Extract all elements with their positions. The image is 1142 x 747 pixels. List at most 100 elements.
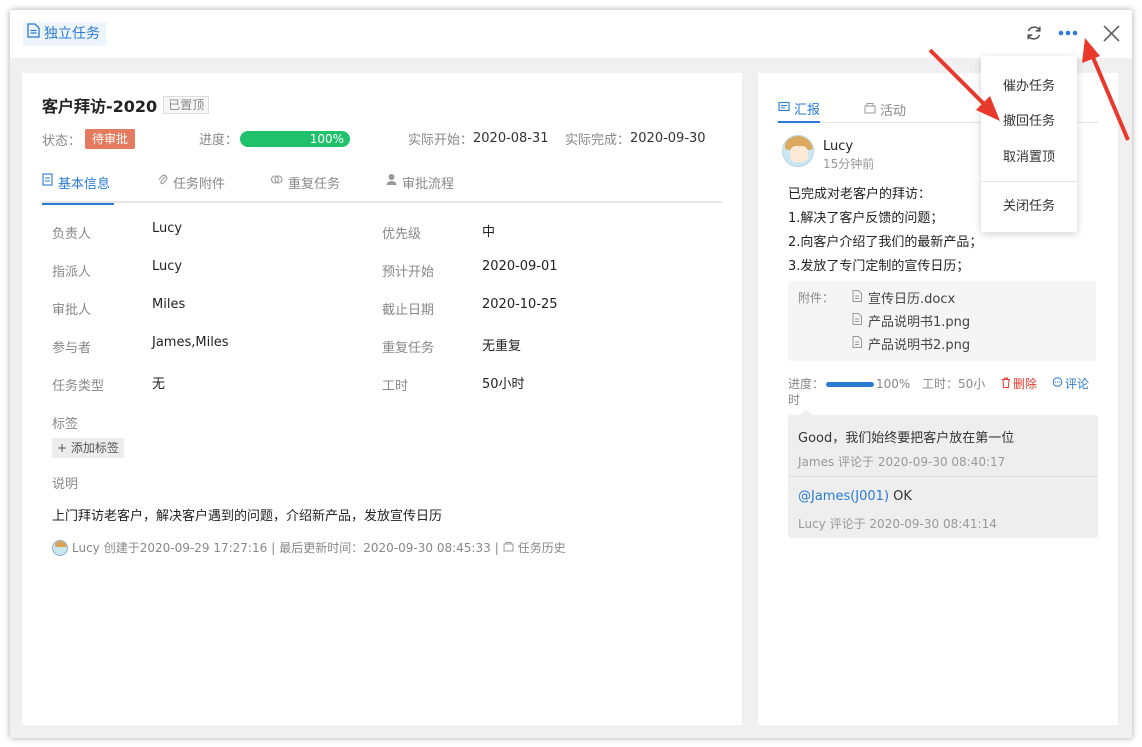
- document-icon: [27, 22, 40, 46]
- reporter-name: Lucy: [823, 139, 854, 154]
- tab-repeat-task-label: 重复任务: [288, 177, 341, 192]
- report-line: 1.解决了客户反馈的问题；: [788, 211, 944, 226]
- updated-time: 最后更新时间：2020-09-30 08:45:33: [279, 541, 491, 555]
- task-info-panel: 客户拜访-2020 已置顶 状态： 待审批 进度： 100% 实际开始： 202…: [22, 73, 742, 725]
- tab-repeat-task[interactable]: 重复任务: [270, 173, 340, 203]
- report-progress-label: 进度：: [788, 377, 825, 391]
- actual-end-row: 实际完成： 2020-09-30: [565, 129, 706, 148]
- tab-approval-flow-label: 审批流程: [402, 177, 455, 192]
- history-icon: [503, 541, 514, 555]
- menu-item-urge-task[interactable]: 催办任务: [981, 75, 1077, 94]
- comment-body: OK: [889, 489, 912, 504]
- tab-attachments-label: 任务附件: [173, 177, 226, 192]
- field-value: 2020-09-01: [482, 259, 558, 274]
- task-type-tag: 独立任务: [23, 22, 106, 46]
- add-tag-button[interactable]: + 添加标签: [52, 438, 124, 458]
- menu-divider: [981, 181, 1077, 182]
- menu-item-close-task[interactable]: 关闭任务: [981, 195, 1077, 214]
- comment-icon: [1052, 376, 1063, 391]
- tab-activity[interactable]: 活动: [864, 96, 906, 123]
- field-value: 2020-10-25: [482, 297, 558, 312]
- task-history-link[interactable]: 任务历史: [518, 539, 566, 556]
- close-icon[interactable]: [1100, 22, 1122, 44]
- actual-start-row: 实际开始： 2020-08-31: [408, 129, 549, 148]
- trash-icon: [1001, 377, 1011, 391]
- field-value: Lucy: [152, 221, 183, 236]
- task-type-label: 独立任务: [44, 26, 100, 42]
- menu-item-recall-task[interactable]: 撤回任务: [981, 110, 1077, 129]
- content-area: 客户拜访-2020 已置顶 状态： 待审批 进度： 100% 实际开始： 202…: [10, 58, 1132, 738]
- comments-box: Good，我们始终要把客户放在第一位 James 评论于 2020-09-30 …: [788, 409, 1098, 538]
- report-line: 3.发放了专门定制的宣传日历；: [788, 259, 970, 274]
- field-value: Lucy: [152, 259, 183, 274]
- progress-bar: 100%: [240, 130, 351, 147]
- field-label: 预计开始: [382, 265, 435, 280]
- progress-row: 进度： 100%: [199, 129, 351, 148]
- tab-basic-info[interactable]: 基本信息: [42, 173, 115, 205]
- field-label: 重复任务: [382, 341, 435, 356]
- field-label: 负责人: [52, 227, 92, 242]
- report-progress-value: 100%: [876, 377, 911, 391]
- plus-icon: +: [57, 441, 68, 455]
- comment-label: 评论: [1065, 377, 1090, 391]
- task-title-row: 客户拜访-2020 已置顶: [42, 93, 210, 117]
- field-label: 参与者: [52, 341, 92, 356]
- field-value: James,Miles: [152, 335, 229, 350]
- field-value: 无重复: [482, 339, 522, 354]
- doc-icon: [42, 173, 53, 190]
- more-icon[interactable]: [1057, 22, 1079, 44]
- comment-meta: Lucy 评论于 2020-09-30 08:41:14: [798, 517, 997, 531]
- add-tag-label: 添加标签: [70, 441, 119, 455]
- field-label: 截止日期: [382, 303, 435, 318]
- attachment-item[interactable]: 宣传日历.docx: [852, 288, 955, 307]
- report-progress: 进度： 100%: [788, 375, 910, 392]
- attachment-name: 宣传日历.docx: [868, 292, 956, 307]
- field-value: Miles: [152, 297, 186, 312]
- comment-text: @James(J001) OK: [798, 489, 912, 504]
- creator-name: Lucy: [72, 540, 100, 555]
- file-icon: [852, 312, 862, 329]
- comment-button[interactable]: 评论: [1052, 375, 1089, 392]
- avatar: [52, 539, 68, 556]
- hours-label: 工时：: [922, 377, 959, 391]
- tab-approval-flow[interactable]: 审批流程: [386, 173, 454, 203]
- tab-attachments[interactable]: 任务附件: [157, 173, 225, 203]
- tab-report-label: 汇报: [794, 103, 821, 118]
- repeat-icon: [270, 173, 283, 190]
- report-time: 15分钟前: [823, 157, 875, 171]
- status-label: 状态：: [42, 133, 82, 149]
- field-label: 任务类型: [52, 379, 105, 394]
- delete-button[interactable]: 删除: [1001, 375, 1037, 392]
- tab-activity-label: 活动: [880, 104, 907, 119]
- field-value: 中: [482, 225, 496, 240]
- attachment-name: 产品说明书2.png: [868, 338, 971, 353]
- task-meta-footer: Lucy 创建于2020-09-29 17:27:16 | 最后更新时间：202…: [52, 539, 566, 556]
- pinned-badge: 已置顶: [163, 96, 210, 114]
- report-hours: 工时：50小: [922, 375, 985, 392]
- comment-meta: James 评论于 2020-09-30 08:40:17: [798, 455, 1006, 469]
- user-icon: [386, 173, 397, 190]
- attachments-label: 附件：: [798, 291, 835, 305]
- field-value: 无: [152, 377, 166, 392]
- status-row: 状态： 待审批: [42, 129, 136, 149]
- attachments-box: 附件： 宣传日历.docx 产品说明书1.png 产品说明书2.png: [788, 281, 1096, 361]
- field-value: 50小时: [482, 377, 525, 392]
- menu-item-unpin[interactable]: 取消置顶: [981, 146, 1077, 165]
- more-actions-menu: 催办任务 撤回任务 取消置顶 关闭任务: [981, 56, 1077, 232]
- actual-start-label: 实际开始：: [408, 133, 474, 148]
- refresh-icon[interactable]: [1023, 22, 1045, 44]
- task-detail-window: 独立任务 客户拜访-2020 已置顶 状态： 待审批 进度： 100% 实际开始…: [10, 10, 1132, 738]
- description-text: 上门拜访老客户，解决客户遇到的问题，介绍新产品，发放宣传日历: [52, 509, 443, 524]
- tab-report[interactable]: 汇报: [778, 96, 821, 123]
- report-line: 2.向客户介绍了我们的最新产品；: [788, 235, 983, 250]
- file-icon: [852, 289, 862, 306]
- attachment-item[interactable]: 产品说明书2.png: [852, 334, 970, 353]
- mention-link[interactable]: @James(J001): [798, 489, 889, 504]
- divider: [788, 476, 1098, 477]
- attachment-item[interactable]: 产品说明书1.png: [852, 311, 970, 330]
- task-title: 客户拜访-2020: [42, 97, 158, 116]
- window-header: 独立任务: [10, 10, 1132, 58]
- progress-label: 进度：: [199, 133, 239, 148]
- avatar: [782, 135, 814, 167]
- separator: |: [494, 540, 499, 555]
